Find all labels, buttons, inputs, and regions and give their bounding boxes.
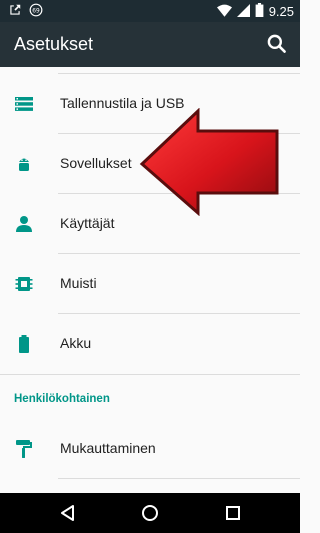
settings-item-label: Muisti	[60, 275, 97, 291]
home-button[interactable]	[138, 501, 162, 525]
status-bar: 69 9.25	[0, 0, 300, 22]
back-button[interactable]	[56, 501, 80, 525]
battery-icon	[255, 3, 264, 20]
person-icon	[14, 214, 34, 234]
status-time: 9.25	[268, 4, 294, 19]
android-icon	[14, 154, 34, 174]
memory-icon	[14, 274, 34, 294]
android-debug-icon	[8, 3, 22, 22]
search-icon	[267, 34, 286, 53]
recents-icon	[226, 506, 240, 520]
settings-item-battery[interactable]: Akku	[0, 314, 300, 374]
settings-item-label: Mukauttaminen	[60, 440, 156, 456]
recents-button[interactable]	[221, 501, 245, 525]
settings-item-label: Akku	[60, 335, 92, 351]
section-header-personal: Henkilökohtainen	[14, 393, 110, 405]
paint-roller-icon	[14, 439, 34, 459]
page-title: Asetukset	[14, 34, 94, 54]
home-icon	[142, 505, 158, 521]
search-button[interactable]	[264, 31, 290, 57]
app-bar: Asetukset	[0, 22, 300, 67]
settings-item-memory[interactable]: Muisti	[0, 254, 300, 314]
settings-item-label: Sovellukset	[60, 155, 132, 171]
storage-icon	[14, 94, 34, 114]
navigation-bar	[0, 493, 300, 533]
settings-item-label: Käyttäjät	[60, 215, 115, 231]
battery-icon	[14, 334, 34, 354]
notification-69-icon: 69	[29, 3, 43, 22]
signal-icon	[236, 3, 250, 20]
back-icon	[61, 505, 74, 521]
red-arrow-overlay	[139, 108, 279, 216]
section-divider	[0, 374, 300, 375]
notification-badge-text: 69	[32, 8, 40, 14]
divider	[58, 478, 300, 479]
settings-item-personalization[interactable]: Mukauttaminen	[0, 419, 300, 479]
wifi-icon	[216, 4, 232, 20]
